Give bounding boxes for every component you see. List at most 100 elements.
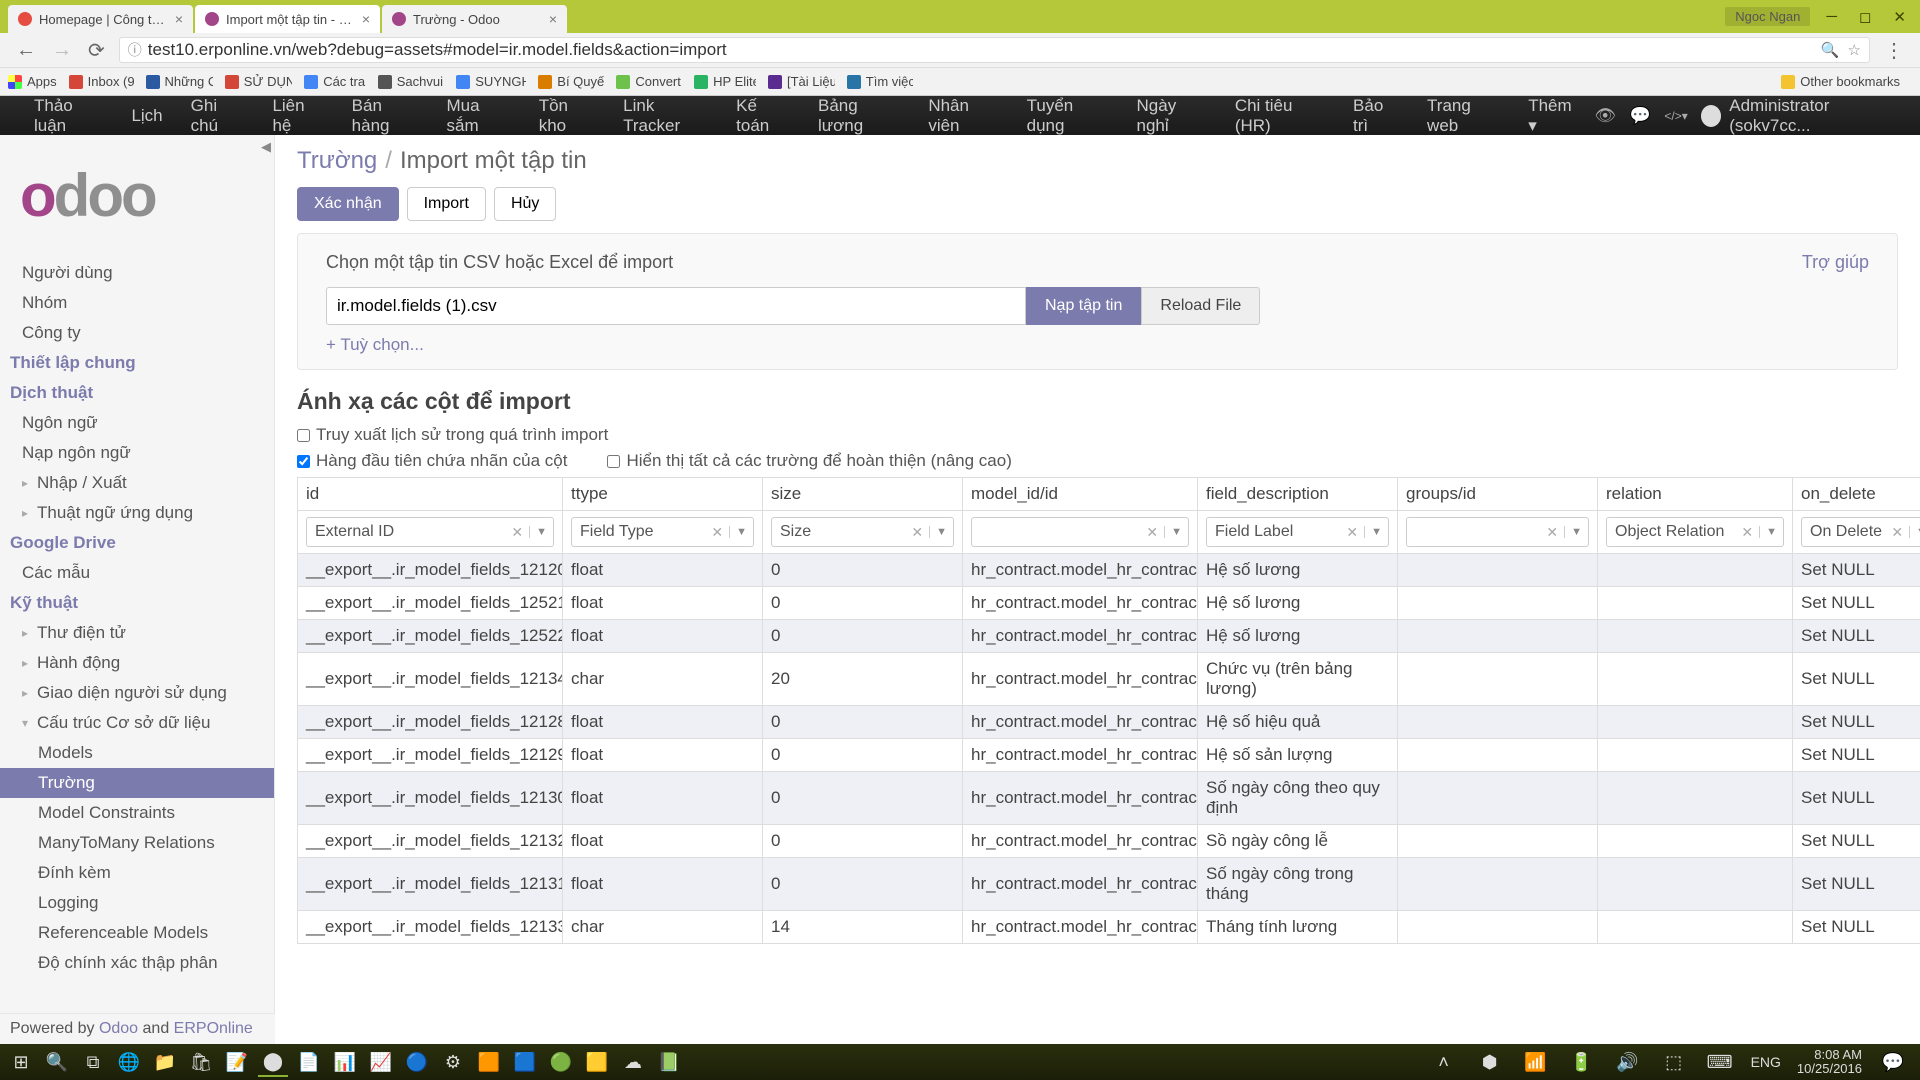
- menu-item[interactable]: Mua sắm: [433, 96, 525, 135]
- back-button[interactable]: ←: [8, 39, 44, 62]
- excel-icon[interactable]: 📊: [330, 1047, 360, 1077]
- chrome-icon[interactable]: ⬤: [258, 1047, 288, 1077]
- sidebar-item[interactable]: Logging: [0, 888, 274, 918]
- sidebar-item[interactable]: ▸Thư điện tử: [0, 618, 274, 648]
- edge-icon[interactable]: 🌐: [114, 1047, 144, 1077]
- first-row-labels-checkbox[interactable]: Hàng đầu tiên chứa nhãn của cột: [297, 451, 567, 471]
- sidebar-item[interactable]: Công ty: [0, 318, 274, 348]
- chevron-down-icon[interactable]: ▼: [1164, 526, 1188, 538]
- app10-icon[interactable]: 📗: [654, 1047, 684, 1077]
- sidebar-item[interactable]: Các mẫu: [0, 558, 274, 588]
- track-history-checkbox[interactable]: Truy xuất lịch sử trong quá trình import: [297, 425, 608, 445]
- chevron-down-icon[interactable]: ▼: [1564, 526, 1588, 538]
- menu-item[interactable]: Bảng lương: [804, 96, 914, 135]
- bookmark-item[interactable]: SỬ DỤNG LUẬT HẤP: [225, 74, 293, 89]
- menu-item[interactable]: Thảo luận: [20, 96, 117, 135]
- notepad-icon[interactable]: 📝: [222, 1047, 252, 1077]
- sidebar-item[interactable]: Models: [0, 738, 274, 768]
- app3-icon[interactable]: 🔵: [402, 1047, 432, 1077]
- address-bar[interactable]: ⓘ test10.erponline.vn/web?debug=assets#m…: [119, 37, 1870, 63]
- user-menu[interactable]: Administrator (sokv7cc...: [1701, 96, 1900, 136]
- clear-icon[interactable]: ✕: [1540, 524, 1564, 541]
- tab-close-icon[interactable]: ×: [362, 11, 370, 27]
- menu-item[interactable]: Chi tiêu (HR): [1221, 96, 1339, 135]
- browser-tab[interactable]: Import một tập tin - Od...×: [195, 5, 380, 33]
- menu-item[interactable]: Thêm ▾: [1514, 96, 1594, 135]
- chevron-down-icon[interactable]: ▼: [1909, 526, 1920, 538]
- bookmark-item[interactable]: Những Cuốn Sách Ha: [146, 74, 213, 89]
- field-select[interactable]: Field Label✕▼: [1206, 517, 1389, 547]
- tray-keyboard-icon[interactable]: ⌨: [1705, 1047, 1735, 1077]
- chevron-down-icon[interactable]: ▼: [929, 526, 953, 538]
- app5-icon[interactable]: 🟧: [474, 1047, 504, 1077]
- start-button[interactable]: ⊞: [6, 1047, 36, 1077]
- odoo-logo[interactable]: odoo: [0, 143, 274, 258]
- task-view-icon[interactable]: ⧉: [78, 1047, 108, 1077]
- sidebar-item[interactable]: Trường: [0, 768, 274, 798]
- bookmark-item[interactable]: Bí Quyết Làm Giàu Vi: [538, 74, 604, 89]
- show-all-fields-checkbox[interactable]: Hiển thị tất cả các trường để hoàn thiện…: [607, 451, 1011, 471]
- app8-icon[interactable]: 🟨: [582, 1047, 612, 1077]
- clear-icon[interactable]: ✕: [1885, 524, 1909, 541]
- tray-battery-icon[interactable]: 🔋: [1567, 1047, 1597, 1077]
- menu-item[interactable]: Tuyển dụng: [1013, 96, 1123, 135]
- menu-item[interactable]: Lịch: [117, 96, 176, 135]
- bookmark-item[interactable]: Inbox (95) - lengocng: [69, 74, 134, 89]
- site-info-icon[interactable]: ⓘ: [128, 40, 142, 60]
- chrome-user-button[interactable]: Ngoc Ngan: [1725, 7, 1810, 26]
- chevron-down-icon[interactable]: ▼: [1364, 526, 1388, 538]
- bookmark-item[interactable]: ConvertICO.com - Co: [616, 74, 682, 89]
- browser-tab[interactable]: Homepage | Công ty TN...×: [8, 5, 193, 33]
- clear-icon[interactable]: ✕: [705, 524, 729, 541]
- clear-icon[interactable]: ✕: [505, 524, 529, 541]
- sidebar-item[interactable]: ▸Nhập / Xuất: [0, 468, 274, 498]
- app2-icon[interactable]: 📈: [366, 1047, 396, 1077]
- file-explorer-icon[interactable]: 📁: [150, 1047, 180, 1077]
- tray-up-icon[interactable]: ˄: [1429, 1047, 1459, 1077]
- bookmark-item[interactable]: HP EliteBook 2760p: [694, 74, 756, 89]
- sidebar-item[interactable]: Đính kèm: [0, 858, 274, 888]
- menu-item[interactable]: Tồn kho: [525, 96, 609, 135]
- tray-icon-2[interactable]: ⬚: [1659, 1047, 1689, 1077]
- sidebar-item[interactable]: Nhóm: [0, 288, 274, 318]
- clear-icon[interactable]: ✕: [1140, 524, 1164, 541]
- sidebar-item[interactable]: ▾Cấu trúc Cơ sở dữ liệu: [0, 708, 274, 738]
- help-link[interactable]: Trợ giúp: [1802, 252, 1869, 273]
- menu-item[interactable]: Bảo trì: [1339, 96, 1413, 135]
- tray-volume-icon[interactable]: 🔊: [1613, 1047, 1643, 1077]
- field-select[interactable]: Size✕▼: [771, 517, 954, 547]
- sidebar-item[interactable]: Nạp ngôn ngữ: [0, 438, 274, 468]
- field-select[interactable]: On Delete✕▼: [1801, 517, 1920, 547]
- field-select[interactable]: Field Type✕▼: [571, 517, 754, 547]
- app-icon[interactable]: 📄: [294, 1047, 324, 1077]
- window-close-button[interactable]: ✕: [1887, 8, 1912, 26]
- tray-network-icon[interactable]: 📶: [1521, 1047, 1551, 1077]
- reload-button[interactable]: ⟳: [80, 38, 113, 63]
- field-select[interactable]: Object Relation✕▼: [1606, 517, 1784, 547]
- app7-icon[interactable]: 🟢: [546, 1047, 576, 1077]
- chevron-down-icon[interactable]: ▼: [529, 526, 553, 538]
- sidebar-item[interactable]: Model Constraints: [0, 798, 274, 828]
- window-minimize-button[interactable]: ─: [1820, 8, 1843, 25]
- import-button[interactable]: Import: [407, 187, 486, 221]
- bookmark-item[interactable]: Tìm việc làm, tìm việc: [847, 74, 913, 89]
- search-icon[interactable]: 🔍: [42, 1047, 72, 1077]
- app6-icon[interactable]: 🟦: [510, 1047, 540, 1077]
- app4-icon[interactable]: ⚙: [438, 1047, 468, 1077]
- menu-item[interactable]: Link Tracker: [609, 96, 722, 135]
- options-toggle[interactable]: + Tuỳ chọn...: [326, 335, 1869, 355]
- bookmark-item[interactable]: SUYNGHIVALAMGIAU: [456, 74, 526, 89]
- tab-close-icon[interactable]: ×: [175, 11, 183, 27]
- menu-item[interactable]: Ghi chú: [177, 96, 259, 135]
- browser-tab[interactable]: Trường - Odoo×: [382, 5, 567, 33]
- field-select[interactable]: External ID✕▼: [306, 517, 554, 547]
- clear-icon[interactable]: ✕: [1735, 524, 1759, 541]
- bookmark-item[interactable]: [Tài Liệu] - [Ebook] 20: [768, 74, 835, 89]
- tray-icon-1[interactable]: ⬢: [1475, 1047, 1505, 1077]
- bookmark-item[interactable]: Sachvui.Com | Thư Vi: [378, 74, 445, 89]
- load-file-button[interactable]: Nạp tập tin: [1026, 287, 1141, 325]
- breadcrumb-root[interactable]: Trường: [297, 147, 377, 175]
- clear-icon[interactable]: ✕: [905, 524, 929, 541]
- sidebar-item[interactable]: ▸Giao diện người sử dụng: [0, 678, 274, 708]
- menu-item[interactable]: Liên hệ: [258, 96, 337, 135]
